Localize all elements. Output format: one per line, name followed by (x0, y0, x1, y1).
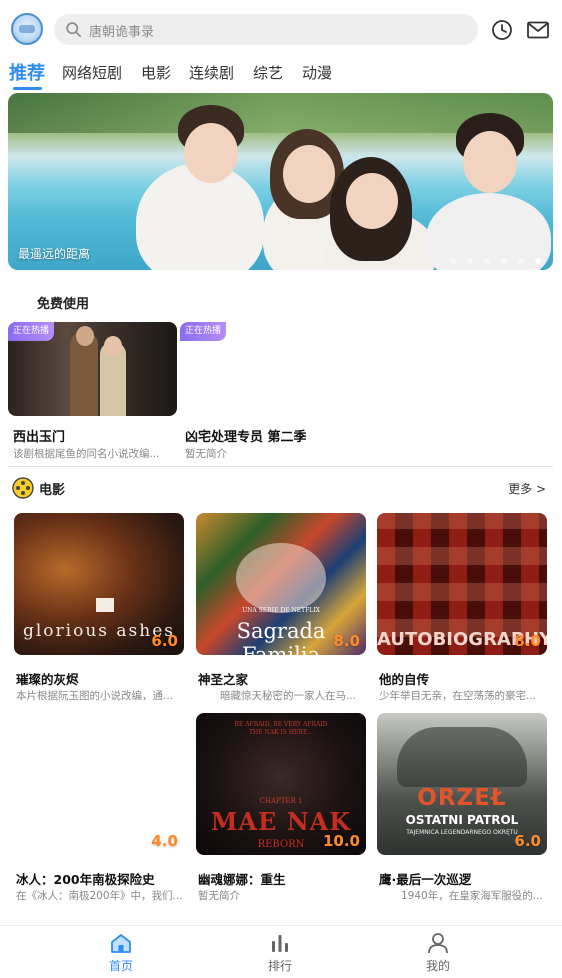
poster-tagline: BE AFRAID, BE VERY AFRAID THE NAK IS HER… (234, 721, 328, 736)
nav-profile-label: 我的 (425, 959, 450, 973)
top-bar: 唐朝诡事录 (0, 0, 562, 58)
free-card-desc: 暂无简介 (185, 448, 227, 460)
movie-desc: 在《冰人：南极200年》中，我们... (16, 890, 183, 902)
movie-title: 幽魂娜娜：重生 (198, 872, 286, 887)
tab-variety[interactable]: 综艺 (253, 62, 283, 83)
movie-poster: glorious ashes 6.0 (14, 513, 184, 655)
movie-desc: 暗藏惊天秘密的一家人在马... (220, 690, 357, 702)
movie-card[interactable]: AUTOBIOGRAPHY 8.0 他的自传 少年举目无亲，在空荡荡的豪宅... (377, 513, 547, 702)
poster-figure (397, 727, 527, 787)
poster-figure (236, 543, 326, 613)
nav-profile[interactable]: 我的 (408, 932, 468, 974)
search-placeholder: 唐朝诡事录 (89, 25, 155, 40)
carousel-dot[interactable] (517, 258, 524, 264)
poster-chapter: CHAPTER 1 (259, 797, 303, 805)
movie-desc: 少年举目无亲，在空荡荡的豪宅... (379, 690, 537, 702)
banner-figure (184, 123, 238, 183)
movie-section-title: 电影 (39, 483, 66, 498)
free-card-title: 西出玉门 (13, 430, 66, 445)
thumbnail-figure (76, 326, 94, 346)
banner-figure (346, 173, 398, 229)
search-icon (66, 22, 82, 38)
nav-home[interactable]: 首页 (91, 932, 151, 974)
poster-subtitle: OSTATNI PATROL (405, 813, 519, 827)
rating-score: 10.0 (322, 832, 360, 850)
movie-poster: ORZEŁ OSTATNI PATROL TAJEMNICA LEGENDARN… (377, 713, 547, 855)
tab-web-shorts[interactable]: 网络短剧 (62, 62, 122, 83)
carousel-dot[interactable] (483, 258, 490, 264)
free-card[interactable]: 正在热播 凶宅处理专员 第二季 暂无简介 (180, 322, 349, 460)
poster-logo (96, 598, 114, 612)
movie-poster: 4.0 (14, 713, 184, 855)
movie-title: 鹰·最后一次巡逻 (379, 872, 472, 887)
movie-poster: UNA SERIE DE NETFLIX Sagrada Familia 8.0 (196, 513, 366, 655)
message-envelope-icon[interactable] (526, 18, 550, 42)
movie-card[interactable]: BE AFRAID, BE VERY AFRAID THE NAK IS HER… (196, 713, 366, 902)
free-card-thumbnail: 正在热播 (8, 322, 177, 416)
movie-section-header: 电影 更多 > (12, 477, 552, 499)
movie-title: 他的自传 (379, 672, 430, 687)
nav-home-label: 首页 (108, 959, 133, 973)
movie-desc: 本片根据阮玉图的小说改编，通... (16, 690, 174, 702)
movie-card[interactable]: glorious ashes 6.0 璀璨的灰烬 本片根据阮玉图的小说改编，通.… (14, 513, 184, 702)
history-clock-icon[interactable] (490, 18, 514, 42)
poster-title-text: ORZEŁ (417, 785, 507, 811)
movie-desc: 1940年，在皇家海军服役的... (401, 890, 543, 902)
movie-card[interactable]: 4.0 冰人：200年南极探险史 在《冰人：南极200年》中，我们... (14, 713, 184, 902)
banner-caption: 最遥远的距离 (18, 247, 91, 261)
movie-title: 神圣之家 (198, 672, 249, 687)
rating-score: 4.0 (151, 832, 178, 850)
section-divider (8, 466, 553, 467)
category-tabs: 推荐 网络短剧 电影 连续剧 综艺 动漫 (0, 58, 562, 92)
movie-title: 冰人：200年南极探险史 (16, 872, 155, 887)
bottom-navigation: 首页 排行 我的 (0, 925, 562, 978)
hero-banner[interactable]: 最遥远的距离 (8, 93, 553, 270)
poster-tagline: UNA SERIE DE NETFLIX (242, 607, 320, 614)
rating-score: 6.0 (514, 832, 541, 850)
tab-anime[interactable]: 动漫 (302, 62, 332, 83)
tab-recommend[interactable]: 推荐 (9, 59, 45, 85)
free-card[interactable]: 正在热播 西出玉门 该剧根据尾鱼的同名小说改编... (8, 322, 177, 460)
banner-figure (463, 131, 517, 193)
rating-score: 8.0 (333, 632, 360, 650)
ranking-bars-icon (272, 935, 288, 952)
movie-card[interactable]: UNA SERIE DE NETFLIX Sagrada Familia 8.0… (196, 513, 366, 702)
tab-series[interactable]: 连续剧 (189, 62, 234, 83)
rating-score: 6.0 (151, 632, 178, 650)
free-card-title: 凶宅处理专员 第二季 (185, 430, 307, 445)
free-section-title: 免费使用 (37, 297, 90, 312)
nav-ranking-label: 排行 (267, 959, 292, 973)
search-input[interactable]: 唐朝诡事录 (54, 14, 478, 45)
active-tab-indicator (13, 87, 42, 90)
profile-user-icon (428, 933, 448, 954)
banner-figure (283, 145, 335, 203)
movie-title: 璀璨的灰烬 (16, 672, 79, 687)
now-playing-badge: 正在热播 (180, 322, 227, 341)
free-card-thumbnail: 正在热播 (180, 322, 349, 416)
carousel-dot[interactable] (449, 258, 456, 264)
film-reel-icon (12, 477, 34, 499)
now-playing-badge: 正在热播 (8, 322, 55, 341)
nav-ranking[interactable]: 排行 (250, 932, 310, 974)
home-icon (111, 934, 131, 953)
more-link[interactable]: 更多 > (508, 480, 546, 497)
app-logo[interactable] (11, 13, 43, 45)
carousel-dots[interactable] (444, 249, 541, 264)
movie-card[interactable]: ORZEŁ OSTATNI PATROL TAJEMNICA LEGENDARN… (377, 713, 547, 902)
movie-poster: BE AFRAID, BE VERY AFRAID THE NAK IS HER… (196, 713, 366, 855)
rating-score: 8.0 (514, 632, 541, 650)
movie-poster: AUTOBIOGRAPHY 8.0 (377, 513, 547, 655)
carousel-dot[interactable] (500, 258, 507, 264)
carousel-dot[interactable] (466, 258, 473, 264)
carousel-dot-active[interactable] (535, 258, 541, 264)
free-card-desc: 该剧根据尾鱼的同名小说改编... (13, 448, 160, 460)
thumbnail-figure (104, 336, 122, 356)
tab-movies[interactable]: 电影 (141, 62, 171, 83)
movie-desc: 暂无简介 (198, 890, 240, 902)
